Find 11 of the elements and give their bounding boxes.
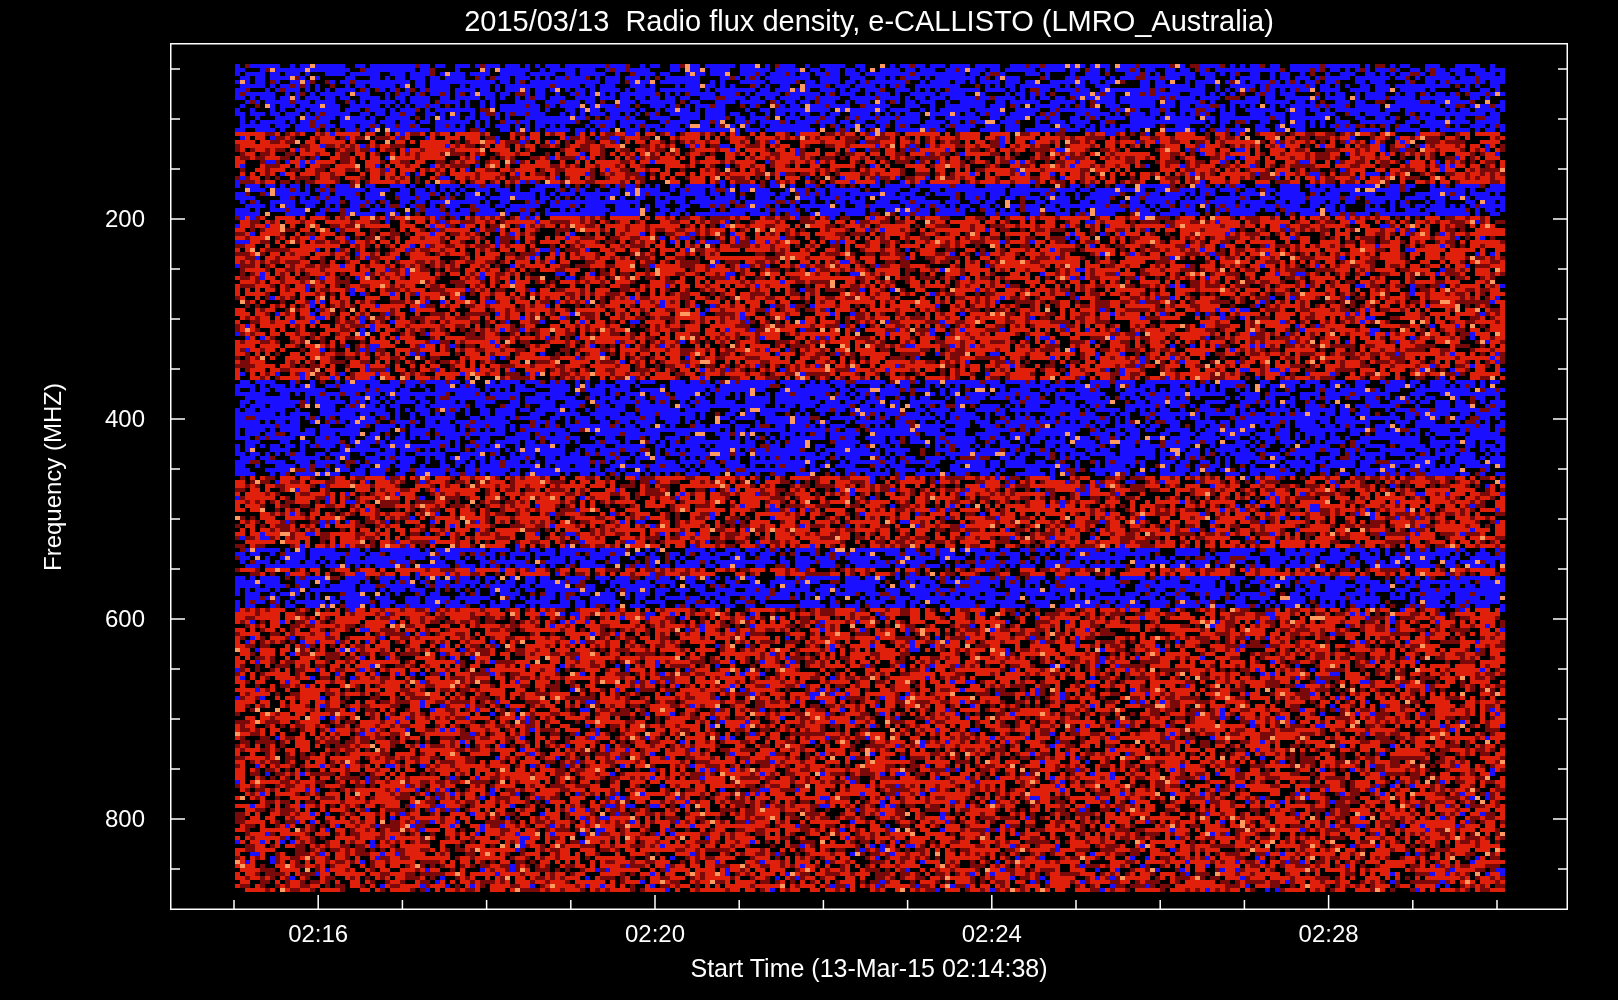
y-tick-label: 800 <box>103 804 146 834</box>
chart-title: 2015/03/13 Radio flux density, e-CALLISTO (LMRO_Australia) <box>463 4 1275 40</box>
y-tick-label: 600 <box>103 604 146 634</box>
x-tick-label: 02:24 <box>960 919 1023 949</box>
y-tick-label: 200 <box>103 204 146 234</box>
y-axis-label: Frequency (MHZ) <box>38 381 67 573</box>
x-tick-label: 02:28 <box>1297 919 1360 949</box>
x-tick-label: 02:20 <box>623 919 687 949</box>
x-axis-label: Start Time (13-Mar-15 02:14:38) <box>689 953 1049 984</box>
x-tick-label: 02:16 <box>287 919 350 949</box>
y-tick-label: 400 <box>103 404 146 434</box>
